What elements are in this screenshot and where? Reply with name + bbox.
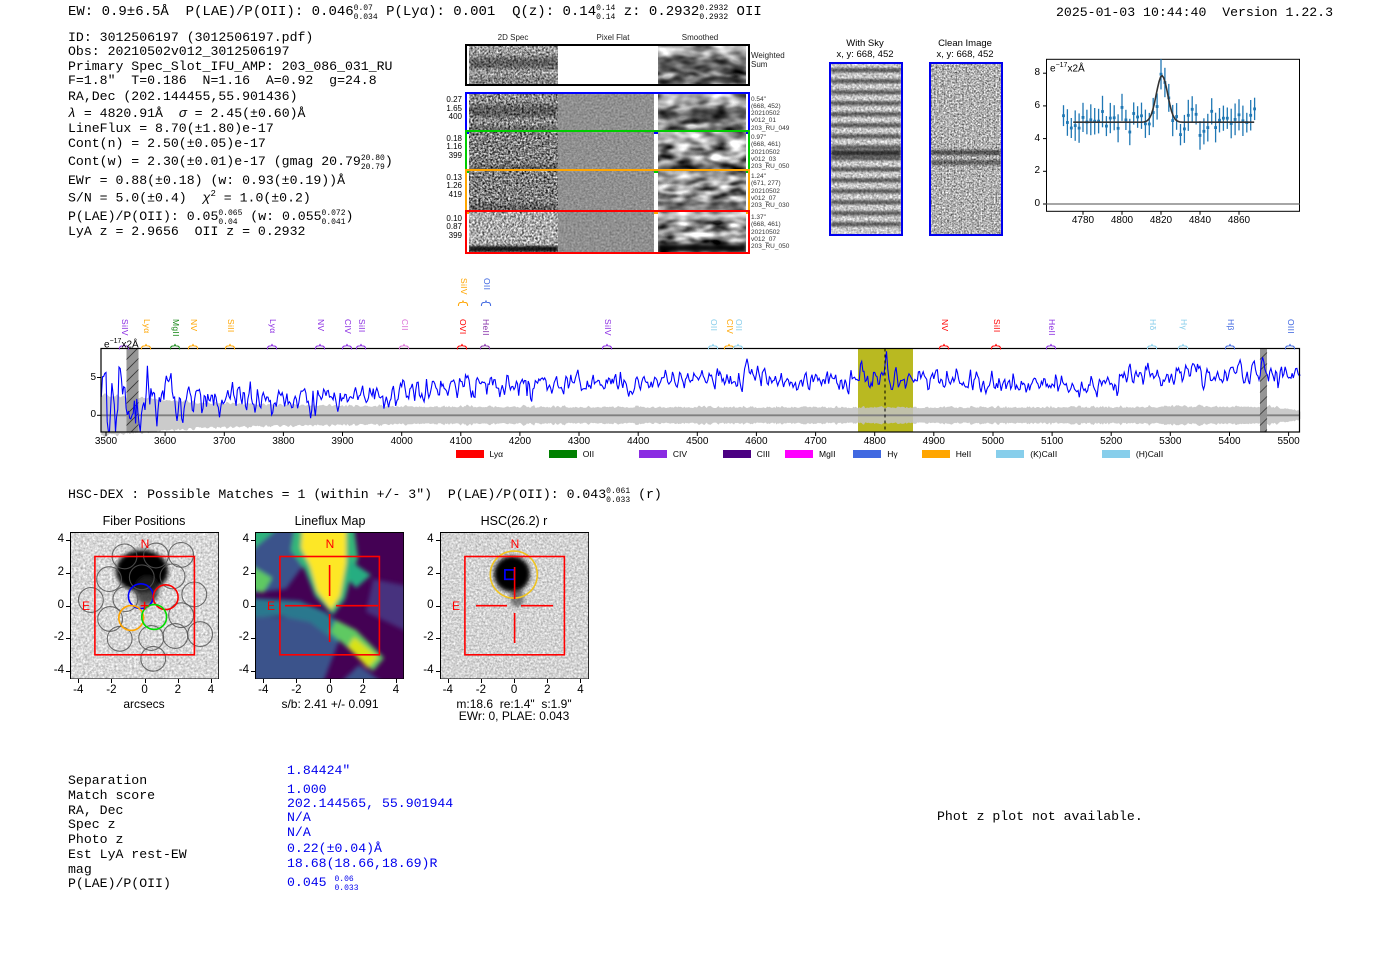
svg-text:E: E	[82, 599, 90, 613]
svg-text:N: N	[141, 537, 150, 551]
svg-text:N: N	[510, 537, 519, 551]
svg-text:E: E	[451, 599, 459, 613]
svg-text:E: E	[267, 599, 275, 613]
svg-text:N: N	[326, 537, 335, 551]
